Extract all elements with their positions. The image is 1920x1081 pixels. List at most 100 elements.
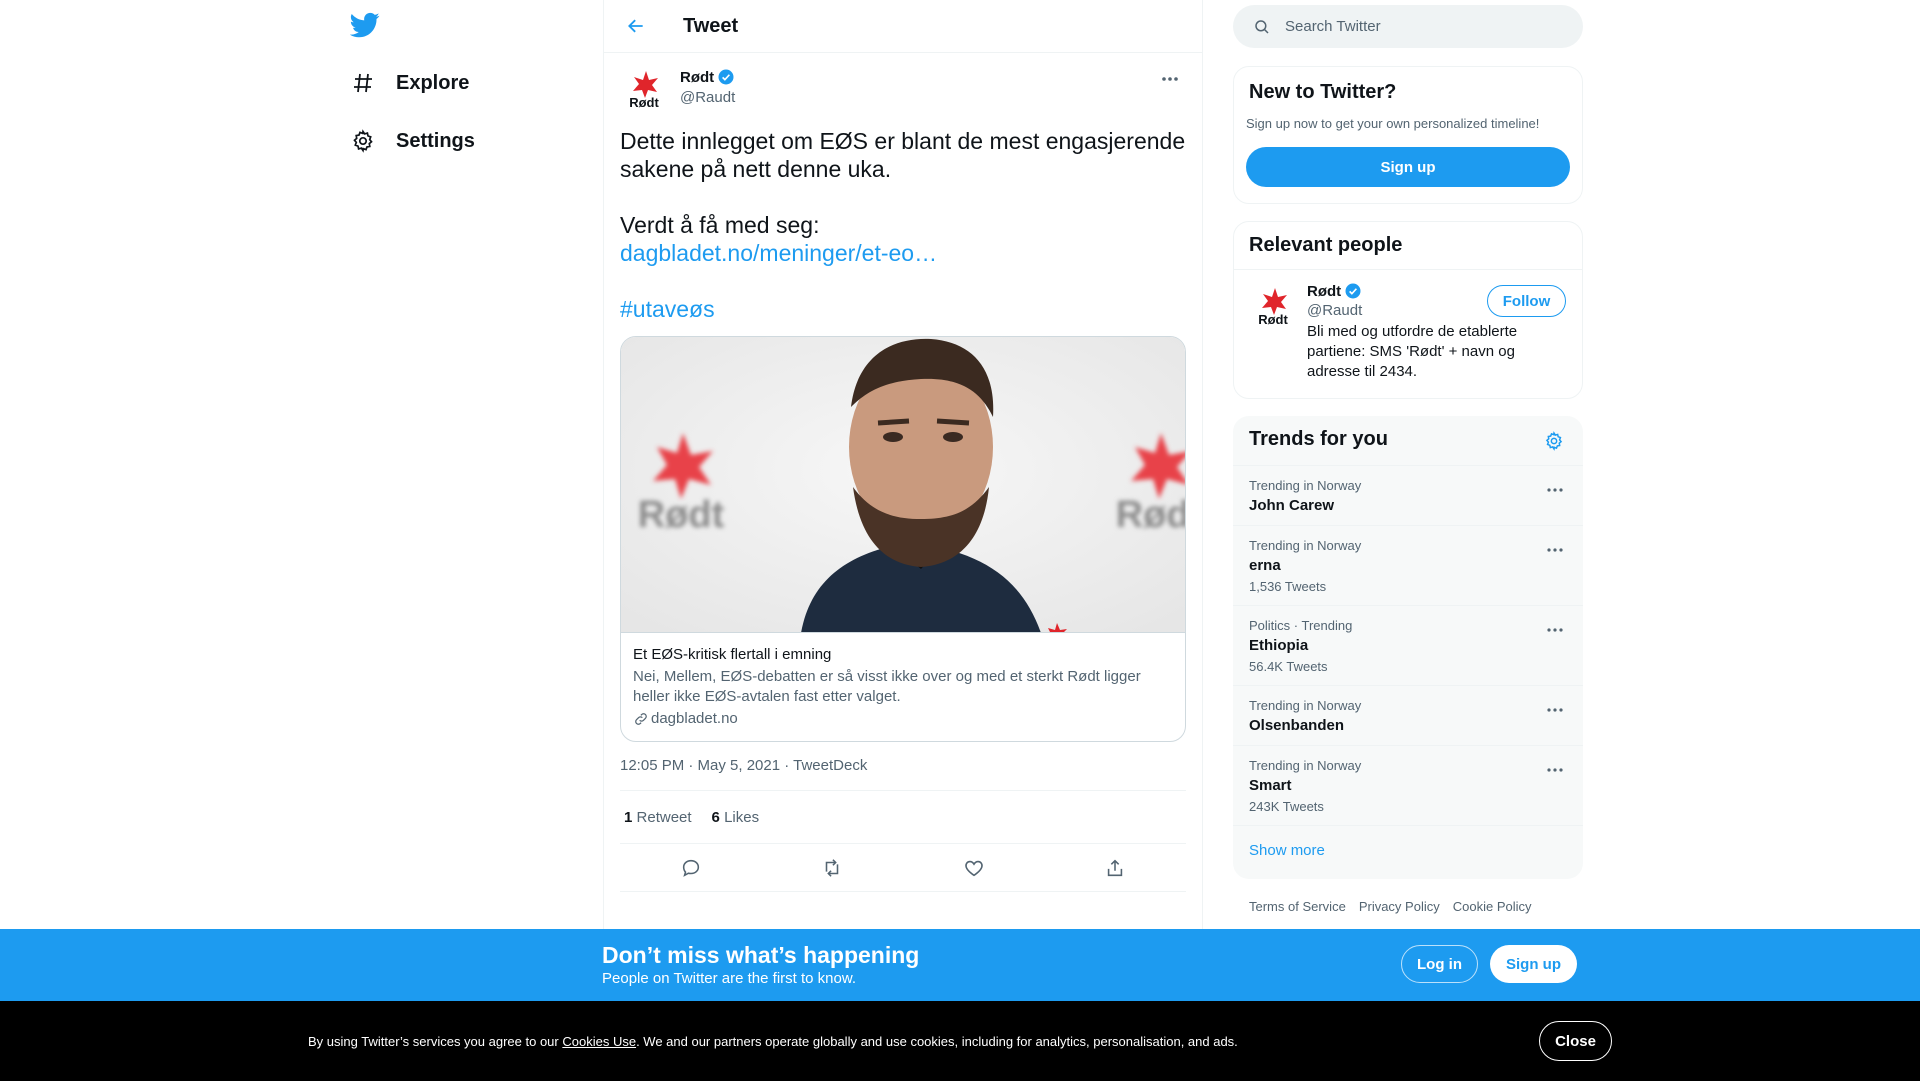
tweet-actions xyxy=(620,844,1186,892)
like-count[interactable]: 6 Likes xyxy=(712,809,760,826)
tweet-stats: 1 Retweet 6 Likes xyxy=(620,791,1186,844)
more-options-icon[interactable] xyxy=(1543,620,1567,640)
panel-title: Trends for you xyxy=(1233,416,1583,466)
author-handle[interactable]: @Raudt xyxy=(680,89,735,106)
promo-subtitle: People on Twitter are the first to know. xyxy=(602,970,857,987)
retweet-count[interactable]: 1 Retweet xyxy=(624,809,692,826)
trend-count: 1,536 Tweets xyxy=(1249,579,1327,594)
person-item[interactable]: Rødt Rødt @Raudt Bli med og utfordre de … xyxy=(1234,270,1582,394)
trends-panel: Trends for you Trending in Norway John C… xyxy=(1233,416,1583,879)
log-in-button[interactable]: Log in xyxy=(1401,945,1478,983)
card-image: Rødt Rødt xyxy=(621,337,1185,633)
more-options-icon[interactable] xyxy=(1543,540,1567,560)
svg-text:Rødt: Rødt xyxy=(1258,312,1288,327)
cookie-banner: By using Twitter’s services you agree to… xyxy=(0,1001,1920,1081)
twitter-logo-icon[interactable] xyxy=(349,10,380,40)
svg-text:Rødt: Rødt xyxy=(629,95,659,110)
footer-link-privacy[interactable]: Privacy Policy xyxy=(1359,899,1440,914)
tweet-header: Tweet xyxy=(604,0,1202,53)
back-arrow-icon[interactable] xyxy=(619,9,653,43)
trend-context: Trending in Norway xyxy=(1249,538,1362,553)
trend-count: 56.4K Tweets xyxy=(1249,659,1328,674)
svg-text:Rødt: Rødt xyxy=(638,494,725,536)
card-domain-text: dagbladet.no xyxy=(651,710,738,727)
hashtag-icon xyxy=(350,70,376,96)
tweet-timestamp[interactable]: 12:05 PM · May 5, 2021 · TweetDeck xyxy=(620,757,1186,791)
trend-item[interactable]: Trending in Norway John Carew xyxy=(1233,466,1583,526)
trend-item[interactable]: Trending in Norway Smart 243K Tweets xyxy=(1233,746,1583,826)
avatar[interactable]: Rødt xyxy=(620,65,668,113)
trend-item[interactable]: Trending in Norway Olsenbanden xyxy=(1233,686,1583,746)
like-icon[interactable] xyxy=(957,851,991,885)
signup-promo-bar: Don’t miss what’s happening People on Tw… xyxy=(0,929,1920,1001)
tweet-text-paragraph: Verdt å få med seg: xyxy=(620,212,820,238)
share-icon[interactable] xyxy=(1098,851,1132,885)
promo-title: Don’t miss what’s happening xyxy=(602,942,920,968)
trend-name: Ethiopia xyxy=(1249,637,1309,654)
hashtag-link[interactable]: #utaveøs xyxy=(620,295,1195,323)
sign-up-button[interactable]: Sign up xyxy=(1246,147,1570,187)
new-to-twitter-panel: New to Twitter? Sign up now to get your … xyxy=(1233,66,1583,204)
trend-name: erna xyxy=(1249,557,1281,574)
tweet-link[interactable]: dagbladet.no/meninger/et-eo… xyxy=(620,239,1195,267)
search-icon xyxy=(1255,19,1269,34)
card-domain: dagbladet.no xyxy=(633,709,1173,729)
panel-subtitle: Sign up now to get your own personalized… xyxy=(1246,116,1540,131)
footer-links: Terms of Service Privacy Policy Cookie P… xyxy=(1233,879,1583,914)
promo-sign-up-button[interactable]: Sign up xyxy=(1490,945,1577,983)
more-options-icon[interactable] xyxy=(1543,700,1567,720)
gear-icon xyxy=(350,128,376,154)
footer-link-cookies[interactable]: Cookie Policy xyxy=(1453,899,1532,914)
search-bar[interactable] xyxy=(1233,5,1583,48)
cookies-use-link[interactable]: Cookies Use xyxy=(562,1034,636,1049)
verified-badge-icon xyxy=(718,69,734,85)
panel-title: Relevant people xyxy=(1234,222,1582,270)
nav-item-settings[interactable]: Settings xyxy=(350,121,475,161)
trend-context: Trending in Norway xyxy=(1249,758,1362,773)
gear-icon[interactable] xyxy=(1541,428,1567,454)
reply-icon[interactable] xyxy=(674,851,708,885)
tweet: Rødt Rødt @Raudt Dette innlegget om EØS … xyxy=(604,53,1202,892)
panel-title: New to Twitter? xyxy=(1249,81,1397,103)
person-bio: Bli med og utfordre de etablerte partien… xyxy=(1307,323,1518,380)
nav-item-label: Settings xyxy=(396,129,475,152)
cookie-text: By using Twitter’s services you agree to… xyxy=(308,1034,1238,1049)
tweet-column: Tweet Rødt Rødt @Raudt Dette innlegget o… xyxy=(603,0,1203,1081)
tweet-text-paragraph: Dette innlegget om EØS er blant de mest … xyxy=(620,128,1186,182)
trend-item[interactable]: Trending in Norway erna 1,536 Tweets xyxy=(1233,526,1583,606)
trend-name: Olsenbanden xyxy=(1249,717,1345,734)
nav-item-label: Explore xyxy=(396,71,470,94)
card-title: Et EØS-kritisk flertall i emning xyxy=(633,646,832,663)
search-input[interactable] xyxy=(1285,18,1545,35)
avatar[interactable]: Rødt xyxy=(1249,282,1297,330)
trend-name: John Carew xyxy=(1249,497,1335,514)
page-title: Tweet xyxy=(683,14,739,37)
nav-item-explore[interactable]: Explore xyxy=(350,63,469,103)
trend-context: Trending in Norway xyxy=(1249,478,1362,493)
more-options-icon[interactable] xyxy=(1158,69,1182,89)
trend-context: Politics · Trending xyxy=(1249,618,1353,633)
more-options-icon[interactable] xyxy=(1543,760,1567,780)
link-preview-card[interactable]: Rødt Rødt Et EØS-kritis xyxy=(620,336,1186,742)
sidebar-right: New to Twitter? Sign up now to get your … xyxy=(1233,0,1583,914)
follow-button[interactable]: Follow xyxy=(1487,285,1566,317)
trend-item[interactable]: Politics · Trending Ethiopia 56.4K Tweet… xyxy=(1233,606,1583,686)
svg-text:Rødt: Rødt xyxy=(1116,494,1185,536)
tweet-text: Dette innlegget om EØS er blant de mest … xyxy=(620,127,1195,323)
person-name[interactable]: Rødt xyxy=(1307,283,1341,300)
more-options-icon[interactable] xyxy=(1543,480,1567,500)
link-icon xyxy=(635,713,647,725)
relevant-people-panel: Relevant people Rødt Rødt @Raudt Bli med… xyxy=(1233,221,1583,399)
trend-count: 243K Tweets xyxy=(1249,799,1324,814)
trend-name: Smart xyxy=(1249,777,1292,794)
tweet-author: Rødt Rødt @Raudt xyxy=(620,65,1186,125)
close-button[interactable]: Close xyxy=(1539,1021,1612,1061)
footer-link-terms[interactable]: Terms of Service xyxy=(1249,899,1346,914)
card-body: Et EØS-kritisk flertall i emning Nei, Me… xyxy=(621,633,1185,741)
show-more-link[interactable]: Show more xyxy=(1233,826,1583,879)
author-name[interactable]: Rødt xyxy=(680,69,714,86)
trend-context: Trending in Norway xyxy=(1249,698,1362,713)
retweet-icon[interactable] xyxy=(815,851,849,885)
author-meta: Rødt @Raudt xyxy=(680,65,735,125)
trends-title: Trends for you xyxy=(1249,428,1388,450)
